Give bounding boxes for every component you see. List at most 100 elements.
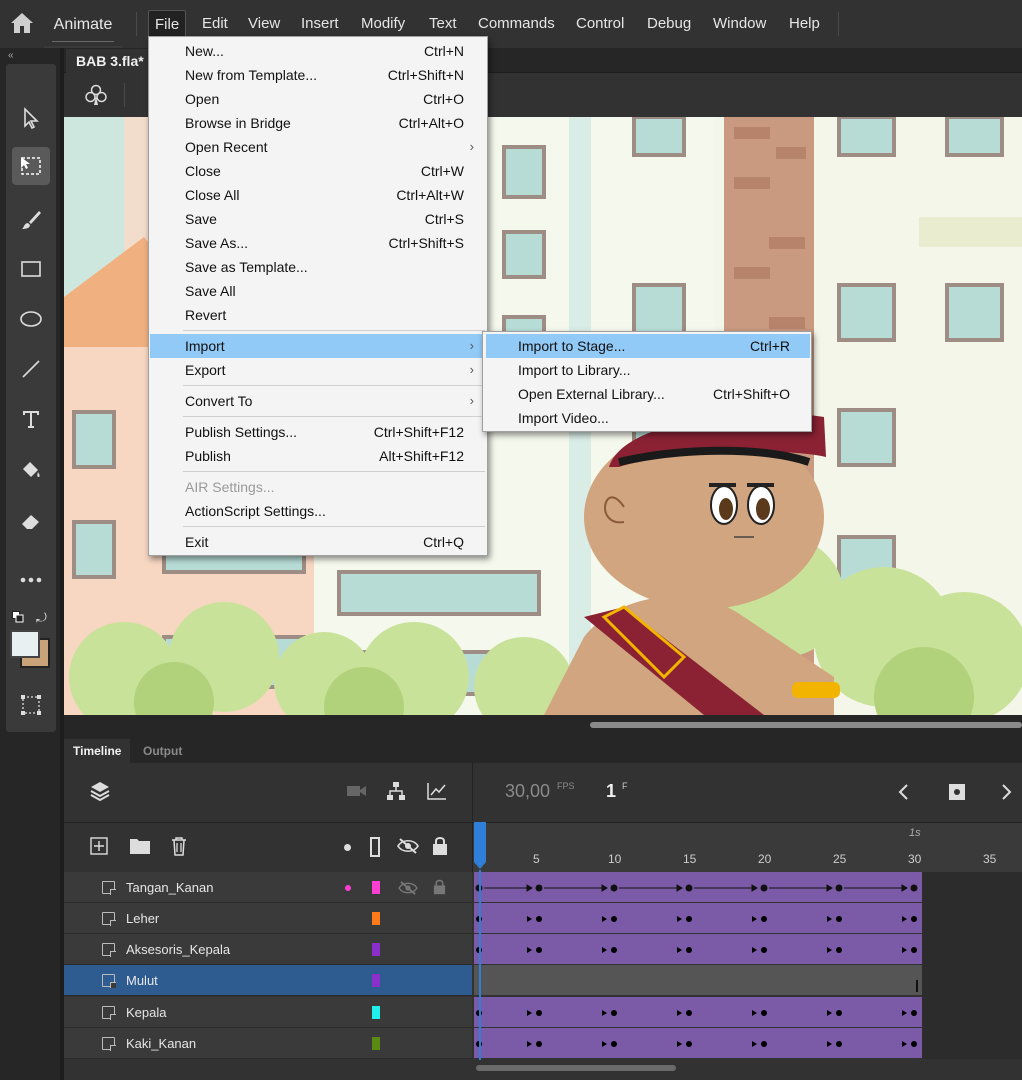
menu-item-browse-in-bridge[interactable]: Browse in Bridge Ctrl+Alt+O: [150, 111, 486, 135]
submenu-arrow-icon: ›: [469, 393, 474, 408]
layer-locked-icon[interactable]: [433, 879, 446, 895]
playhead[interactable]: [473, 822, 487, 870]
menu-item-open-external-library[interactable]: Open External Library... Ctrl+Shift+O: [486, 382, 810, 406]
menu-item-exit[interactable]: Exit Ctrl+Q: [150, 530, 486, 554]
menu-item-save-all[interactable]: Save All: [150, 279, 486, 303]
free-transform-tool-icon[interactable]: [12, 147, 50, 185]
layer-row-kaki-kanan[interactable]: Kaki_Kanan: [64, 1028, 472, 1059]
layer-name: Leher: [126, 911, 160, 926]
layer-color-swatch[interactable]: [372, 912, 380, 925]
menu-item-open[interactable]: Open Ctrl+O: [150, 87, 486, 111]
menu-item-publish[interactable]: Publish Alt+Shift+F12: [150, 444, 486, 468]
hide-layers-icon[interactable]: [397, 837, 419, 855]
empty-frames[interactable]: [922, 872, 1022, 1059]
menu-help[interactable]: Help: [783, 10, 826, 38]
home-icon[interactable]: [10, 12, 34, 34]
delete-layer-icon[interactable]: [170, 836, 188, 856]
frame-ruler[interactable]: 1s: [472, 822, 1022, 872]
line-tool-icon[interactable]: [12, 350, 50, 388]
menu-modify[interactable]: Modify: [355, 10, 411, 38]
menu-item-open-recent[interactable]: Open Recent ›: [150, 135, 486, 159]
graph-icon[interactable]: [426, 781, 448, 801]
prev-frame-icon[interactable]: [897, 783, 911, 801]
layer-color-swatch[interactable]: [372, 881, 380, 894]
playhead-line: [479, 870, 481, 1060]
layer-name: Aksesoris_Kepala: [126, 942, 231, 957]
menu-item-air-settings: AIR Settings...: [185, 479, 275, 495]
layer-color-swatch[interactable]: [372, 1006, 380, 1019]
layer-hidden-icon[interactable]: [398, 880, 418, 896]
eraser-tool-icon[interactable]: [12, 502, 50, 540]
parenting-icon[interactable]: [386, 781, 406, 801]
menu-window[interactable]: Window: [707, 10, 772, 38]
menu-debug[interactable]: Debug: [641, 10, 697, 38]
fps-value[interactable]: 30,00: [505, 781, 550, 802]
collapse-icon[interactable]: «: [8, 50, 14, 61]
menu-item-new-from-template[interactable]: New from Template... Ctrl+Shift+N: [150, 63, 486, 87]
menu-separator: [183, 385, 485, 386]
insert-keyframe-icon[interactable]: [947, 782, 967, 802]
highlight-dot[interactable]: [345, 885, 351, 891]
layer-row-aksesoris-kepala[interactable]: Aksesoris_Kepala: [64, 934, 472, 965]
scene-club-icon[interactable]: [84, 83, 108, 107]
camera-icon[interactable]: [346, 783, 368, 799]
oval-tool-icon[interactable]: [12, 300, 50, 338]
menu-item-import[interactable]: Import ›: [150, 334, 486, 358]
current-frame[interactable]: 1: [606, 781, 616, 802]
new-layer-icon[interactable]: [90, 837, 108, 855]
layer-color-swatch[interactable]: [372, 943, 380, 956]
menu-view[interactable]: View: [242, 10, 286, 38]
second-marker: 1s: [909, 827, 921, 839]
menu-commands[interactable]: Commands: [472, 10, 561, 38]
menu-item-save-as-template[interactable]: Save as Template...: [150, 255, 486, 279]
menu-item-close-all[interactable]: Close All Ctrl+Alt+W: [150, 183, 486, 207]
paint-bucket-tool-icon[interactable]: [12, 452, 50, 490]
menu-item-publish-settings[interactable]: Publish Settings... Ctrl+Shift+F12: [150, 420, 486, 444]
document-tab[interactable]: BAB 3.fla*: [66, 49, 152, 73]
layers-icon[interactable]: [89, 780, 111, 802]
fill-color-swatch[interactable]: [10, 630, 40, 658]
timeline-scrollbar[interactable]: [476, 1065, 676, 1071]
menu-item-revert[interactable]: Revert: [150, 303, 486, 327]
ruler-tick-label: 5: [533, 852, 540, 866]
new-folder-icon[interactable]: [129, 837, 151, 855]
menu-insert[interactable]: Insert: [295, 10, 345, 38]
highlight-layers-icon[interactable]: [344, 844, 351, 851]
layer-row-tangan-kanan[interactable]: Tangan_Kanan: [64, 872, 472, 903]
menu-item-save-as[interactable]: Save As... Ctrl+Shift+S: [150, 231, 486, 255]
menu-file[interactable]: File: [148, 10, 187, 38]
swap-colors-icon[interactable]: ⤾: [36, 610, 47, 626]
next-frame-icon[interactable]: [999, 783, 1013, 801]
menu-edit[interactable]: Edit: [196, 10, 234, 38]
tab-output[interactable]: Output: [134, 739, 191, 763]
layer-row-mulut[interactable]: Mulut: [64, 965, 472, 996]
menu-item-import-to-stage[interactable]: Import to Stage... Ctrl+R: [486, 334, 810, 358]
text-tool-icon[interactable]: [12, 400, 50, 438]
menu-item-close[interactable]: Close Ctrl+W: [150, 159, 486, 183]
menu-item-actionscript-settings[interactable]: ActionScript Settings...: [150, 499, 486, 523]
menu-item-new[interactable]: New... Ctrl+N: [150, 39, 486, 63]
more-tools-icon[interactable]: [12, 561, 50, 599]
menu-text[interactable]: Text: [423, 10, 463, 38]
layer-color-swatch[interactable]: [372, 1037, 380, 1050]
tab-timeline[interactable]: Timeline: [64, 739, 131, 763]
layer-color-swatch[interactable]: [372, 974, 380, 987]
menu-item-import-video[interactable]: Import Video...: [486, 406, 810, 430]
lock-layers-icon[interactable]: [432, 836, 448, 856]
ruler-tick-label: 35: [983, 852, 997, 866]
menu-item-import-to-library[interactable]: Import to Library...: [486, 358, 810, 382]
selection-tool-icon[interactable]: [12, 99, 50, 137]
menu-divider: [838, 12, 839, 36]
layer-row-leher[interactable]: Leher: [64, 903, 472, 934]
outline-layers-icon[interactable]: [370, 837, 380, 857]
menu-item-convert-to[interactable]: Convert To ›: [150, 389, 486, 413]
menu-control[interactable]: Control: [570, 10, 630, 38]
brush-tool-icon[interactable]: [12, 201, 50, 239]
menu-item-export[interactable]: Export ›: [150, 358, 486, 382]
default-colors-icon[interactable]: [12, 610, 24, 623]
layer-row-kepala[interactable]: Kepala: [64, 997, 472, 1028]
transform-options-icon[interactable]: [12, 686, 50, 724]
rectangle-tool-icon[interactable]: [12, 250, 50, 288]
menu-item-save[interactable]: Save Ctrl+S: [150, 207, 486, 231]
horizontal-scrollbar[interactable]: [590, 722, 1022, 728]
